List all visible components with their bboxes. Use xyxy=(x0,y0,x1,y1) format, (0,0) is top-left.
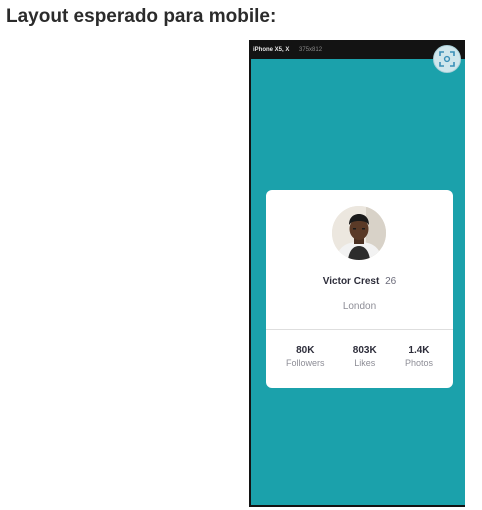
stat-value: 1.4K xyxy=(408,345,430,356)
page-title: Layout esperado para mobile: xyxy=(6,6,277,27)
avatar xyxy=(332,206,386,260)
profile-city: London xyxy=(342,301,377,312)
card-divider xyxy=(266,329,453,330)
stat-likes: 803K Likes xyxy=(353,345,377,368)
profile-card: Victor Crest 26 London 80K Followers 803… xyxy=(266,190,453,388)
profile-age: 26 xyxy=(385,276,397,287)
profile-stats: 80K Followers 803K Likes 1.4K Photos xyxy=(266,345,453,368)
profile-name-line: Victor Crest 26 xyxy=(266,276,453,287)
stat-value: 803K xyxy=(352,345,377,356)
device-resolution-label: 375x812 xyxy=(299,47,323,53)
stat-followers: 80K Followers xyxy=(286,345,325,368)
stat-label: Likes xyxy=(354,358,376,368)
stat-photos: 1.4K Photos xyxy=(405,345,433,368)
stat-value: 80K xyxy=(296,345,315,356)
profile-photo xyxy=(332,206,386,260)
device-model-label: iPhone X5, X xyxy=(253,47,290,53)
stat-label: Followers xyxy=(286,358,325,368)
screenshot-capture-icon xyxy=(439,51,455,67)
stat-label: Photos xyxy=(404,358,433,368)
profile-name: Victor Crest xyxy=(322,276,380,287)
capture-button[interactable] xyxy=(433,45,461,73)
